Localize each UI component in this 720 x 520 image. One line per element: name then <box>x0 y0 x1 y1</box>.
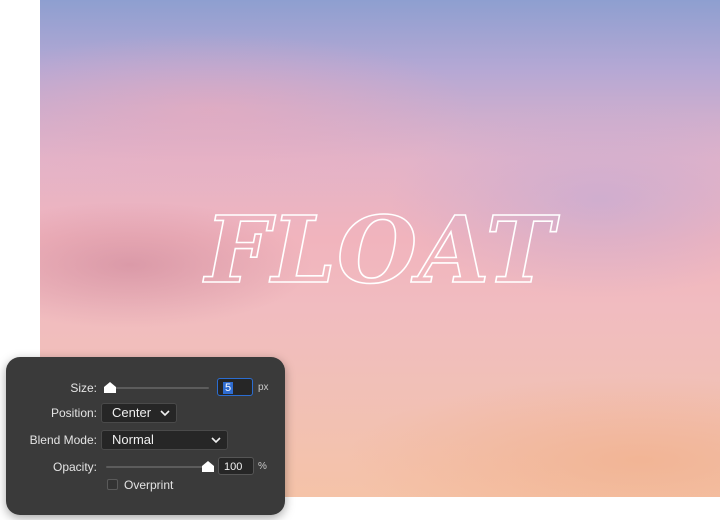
position-selected: Center <box>112 405 152 420</box>
opacity-value: 100 <box>224 461 243 473</box>
opacity-input[interactable]: 100 <box>218 457 254 475</box>
position-row: Position: Center <box>6 403 285 423</box>
opacity-unit: % <box>258 461 267 472</box>
size-label: Size: <box>70 381 97 395</box>
opacity-label: Opacity: <box>52 460 97 474</box>
size-row: Size: 5 px <box>6 378 285 398</box>
chevron-down-icon <box>211 437 221 444</box>
size-value: 5 <box>223 382 234 394</box>
size-unit: px <box>258 382 269 393</box>
opacity-row: Opacity: 100 % <box>6 457 285 477</box>
blend-mode-selected: Normal <box>112 432 154 447</box>
float-artwork-text: FLOAT <box>202 198 560 304</box>
opacity-slider-thumb[interactable] <box>202 461 214 472</box>
position-label: Position: <box>50 406 97 420</box>
chevron-down-icon <box>160 410 170 417</box>
size-slider-track[interactable] <box>106 387 209 389</box>
overprint-row: Overprint <box>6 475 285 495</box>
blend-mode-label: Blend Mode: <box>29 433 97 447</box>
overprint-checkbox[interactable] <box>107 479 118 490</box>
position-dropdown[interactable]: Center <box>101 403 177 423</box>
opacity-slider-track[interactable] <box>106 466 211 468</box>
stroke-settings-panel: Size: 5 px Position: Center Blend Mode: <box>6 357 285 515</box>
blend-mode-row: Blend Mode: Normal <box>6 430 285 450</box>
blend-mode-dropdown[interactable]: Normal <box>101 430 228 450</box>
overprint-label: Overprint <box>124 478 174 492</box>
app-stage: FLOAT Size: 5 px Position: Center Blend … <box>0 0 720 520</box>
size-slider-thumb[interactable] <box>104 382 116 393</box>
size-input[interactable]: 5 <box>217 378 253 396</box>
float-outline-text[interactable]: FLOAT <box>40 198 720 308</box>
